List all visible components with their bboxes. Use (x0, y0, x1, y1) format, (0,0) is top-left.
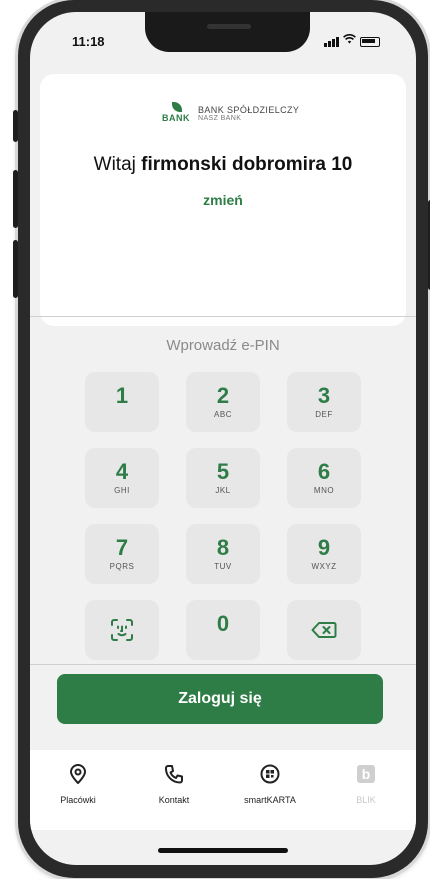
welcome-heading: Witaj firmonski dobromira 10 (40, 154, 406, 176)
backspace-icon (311, 621, 337, 639)
logo-mark: BANK (162, 102, 192, 124)
key-6[interactable]: 6 MNO (287, 448, 361, 508)
divider-top (30, 316, 416, 317)
location-pin-icon (69, 764, 87, 788)
user-name: firmonski dobromira 10 (141, 154, 353, 175)
nav-label-blik: BLIK (356, 795, 376, 805)
bottom-navigation: Placówki Kontakt smartKARTA b BLIK (30, 750, 416, 830)
divider-bottom (30, 664, 416, 665)
volume-up-button (13, 170, 18, 228)
notch (145, 12, 310, 52)
change-user-link[interactable]: zmień (40, 192, 406, 208)
login-button[interactable]: Zaloguj się (57, 674, 383, 724)
nav-item-branches[interactable]: Placówki (38, 764, 118, 805)
welcome-prefix: Witaj (93, 154, 136, 175)
wifi-icon (343, 34, 356, 47)
pin-prompt: Wprowadź e-PIN (166, 337, 280, 354)
bank-name: BANK SPÓŁDZIELCZY (198, 104, 300, 115)
key-4[interactable]: 4 GHI (85, 448, 159, 508)
phone-icon (164, 765, 183, 788)
key-3[interactable]: 3 DEF (287, 372, 361, 432)
backspace-button[interactable] (287, 600, 361, 660)
bank-subtitle: NASZ BANK (198, 114, 242, 122)
mute-switch (13, 110, 18, 142)
key-5[interactable]: 5 JKL (186, 448, 260, 508)
nav-label-branches: Placówki (60, 795, 96, 805)
key-0[interactable]: 0 (186, 600, 260, 660)
nav-item-smartkarta[interactable]: smartKARTA (230, 764, 310, 805)
smart-card-icon (260, 764, 280, 788)
key-7[interactable]: 7 PQRS (85, 524, 159, 584)
phone-frame: 11:18 BANK BANK SPÓŁDZIELCZY NASZ BANK W… (13, 0, 430, 878)
face-id-icon (110, 618, 134, 642)
status-time: 11:18 (72, 34, 105, 49)
key-1[interactable]: 1 (85, 372, 159, 432)
bank-logo: BANK BANK SPÓŁDZIELCZY NASZ BANK (162, 102, 299, 124)
key-8[interactable]: 8 TUV (186, 524, 260, 584)
volume-down-button (13, 240, 18, 298)
status-icons (324, 34, 380, 47)
nav-label-smartkarta: smartKARTA (244, 795, 296, 805)
blik-icon: b (356, 765, 376, 788)
header-card: BANK BANK SPÓŁDZIELCZY NASZ BANK Witaj f… (40, 74, 406, 326)
svg-text:b: b (362, 766, 371, 782)
nav-item-blik[interactable]: b BLIK (326, 764, 406, 805)
nav-item-contact[interactable]: Kontakt (134, 764, 214, 805)
key-9[interactable]: 9 WXYZ (287, 524, 361, 584)
app-screen: 11:18 BANK BANK SPÓŁDZIELCZY NASZ BANK W… (30, 12, 416, 865)
face-id-button[interactable] (85, 600, 159, 660)
signal-icon (324, 37, 339, 47)
battery-icon (360, 37, 380, 47)
nav-label-contact: Kontakt (158, 795, 190, 805)
home-indicator (158, 848, 288, 853)
key-2[interactable]: 2 ABC (186, 372, 260, 432)
